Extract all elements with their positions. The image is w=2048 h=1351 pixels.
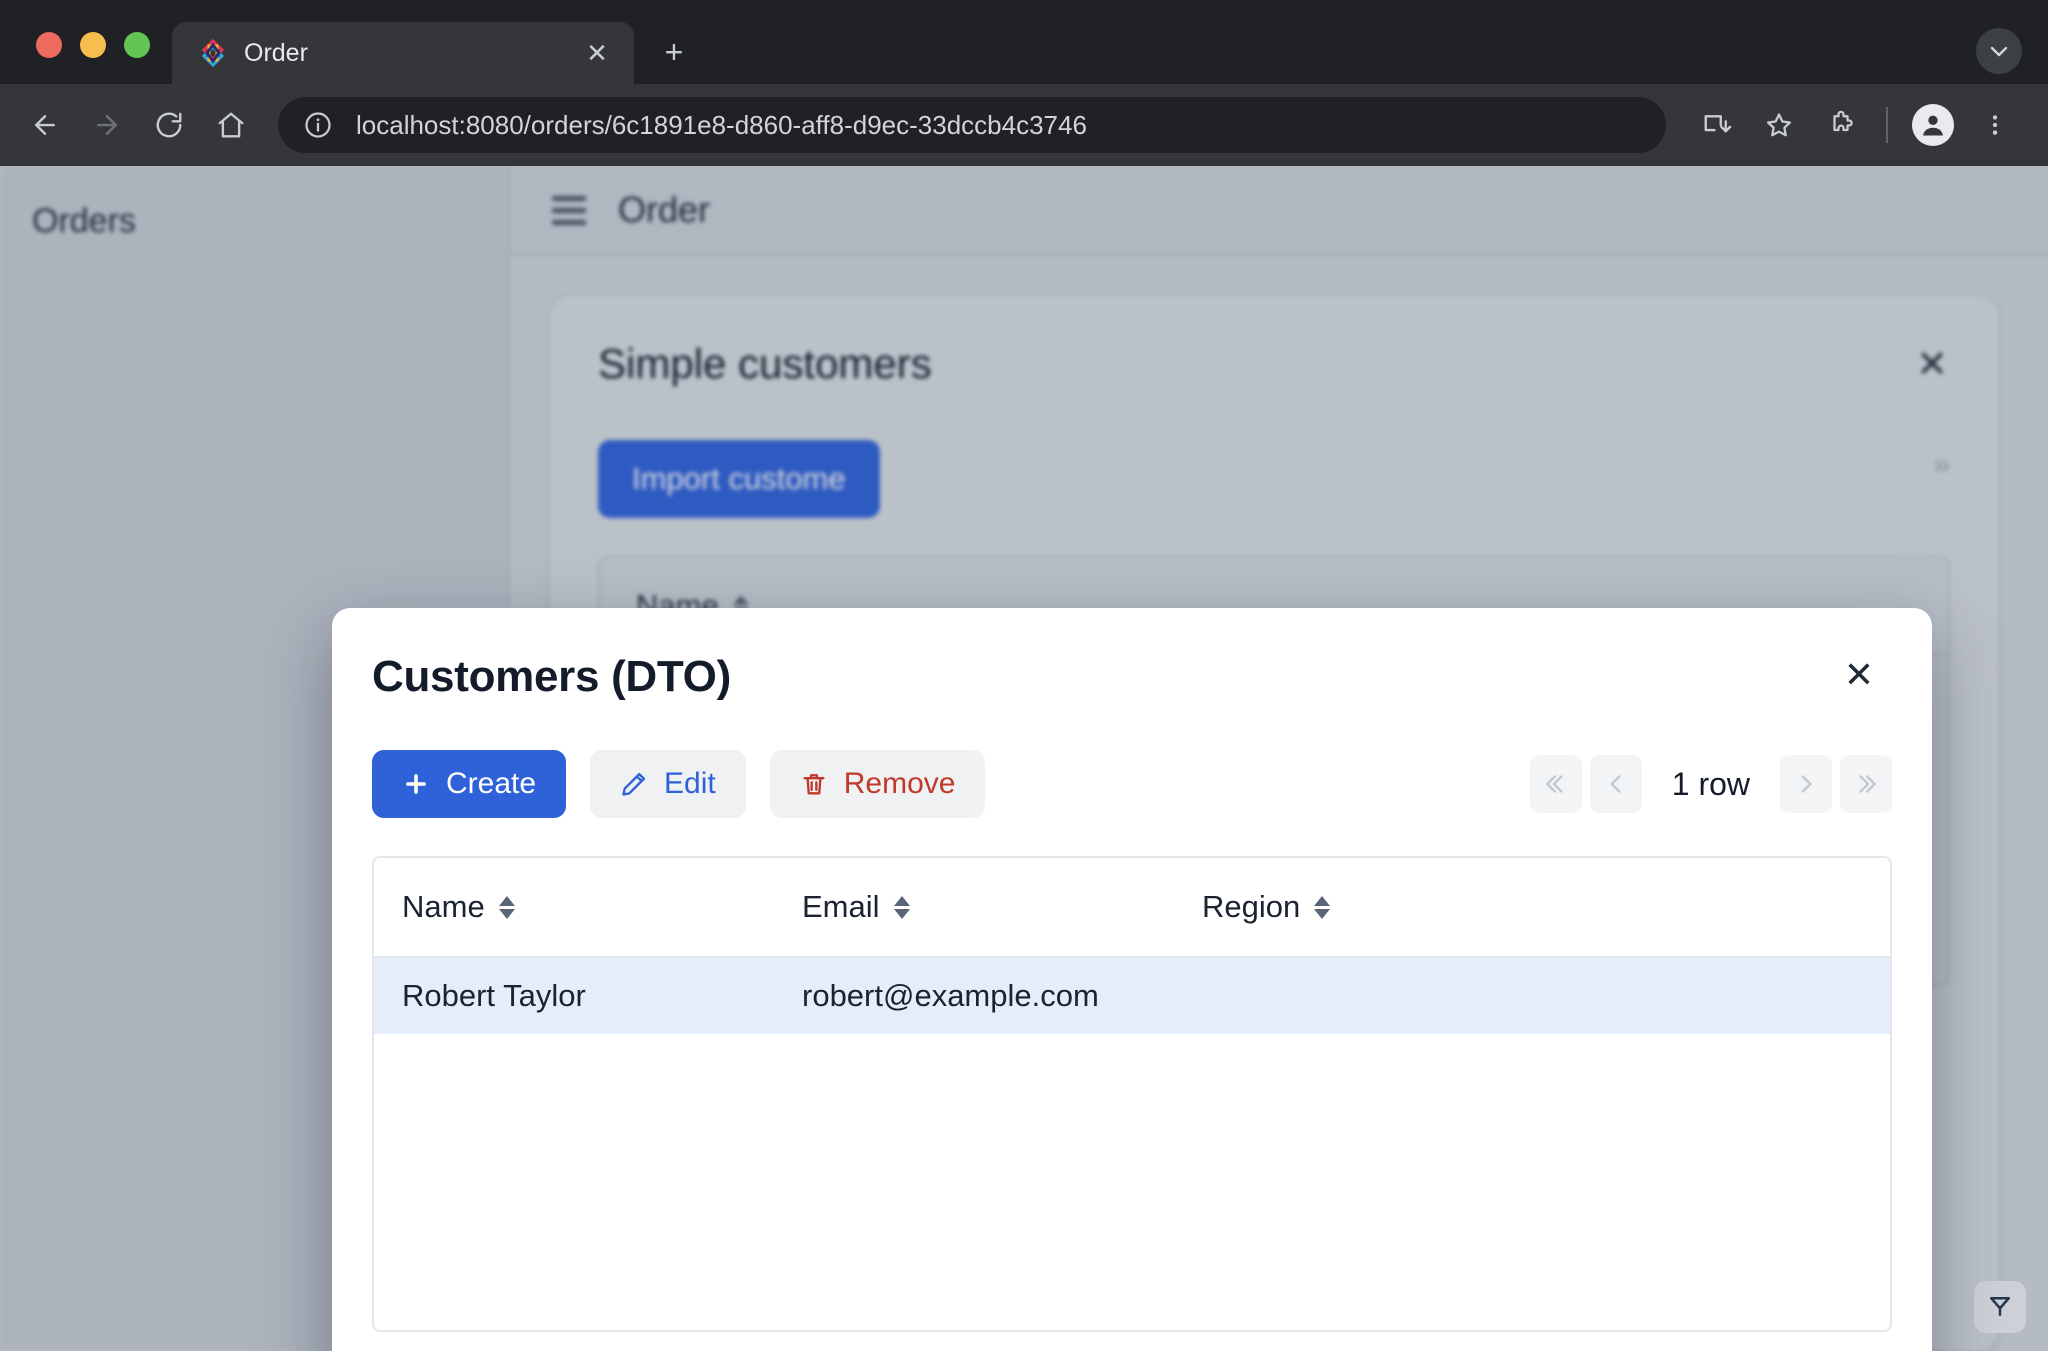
customers-dto-dialog: Customers (DTO) ✕ Create Edit Remove 1 r…	[332, 608, 1932, 1351]
customers-table: Name Email Region Robert Taylor robert@e…	[372, 856, 1892, 1332]
column-header-name-label: Name	[402, 889, 485, 924]
pagination-controls: 1 row	[1529, 755, 1892, 813]
remove-button-label: Remove	[843, 767, 956, 800]
column-header-name[interactable]: Name	[402, 889, 802, 925]
pager-next-button[interactable]	[1780, 755, 1832, 813]
install-app-icon[interactable]	[1690, 98, 1744, 152]
reload-icon[interactable]	[142, 98, 196, 152]
app-logo-icon	[198, 38, 228, 68]
browser-toolbar: localhost:8080/orders/6c1891e8-d860-aff8…	[0, 84, 2048, 166]
maximize-window-button[interactable]	[124, 32, 150, 58]
new-tab-button[interactable]: +	[652, 30, 696, 74]
column-header-email[interactable]: Email	[802, 889, 1202, 925]
close-icon[interactable]: ✕	[1836, 652, 1882, 698]
column-header-region[interactable]: Region	[1202, 889, 1862, 925]
page-viewport: Orders Order Simple customers ✕ Import c…	[0, 166, 2048, 1351]
home-icon[interactable]	[204, 98, 258, 152]
minimize-window-button[interactable]	[80, 32, 106, 58]
account-avatar-icon[interactable]	[1906, 98, 1960, 152]
close-icon[interactable]: ✕	[580, 36, 614, 70]
remove-button[interactable]: Remove	[769, 750, 986, 818]
table-body: Robert Taylor robert@example.com	[374, 958, 1890, 1330]
create-button-label: Create	[446, 767, 537, 800]
row-count-label: 1 row	[1671, 765, 1750, 802]
edit-button[interactable]: Edit	[590, 750, 746, 818]
tab-strip: Order ✕ +	[0, 0, 2048, 84]
dialog-header: Customers (DTO) ✕	[372, 652, 1892, 702]
star-icon[interactable]	[1752, 98, 1806, 152]
sort-icon[interactable]	[498, 895, 515, 919]
table-row[interactable]: Robert Taylor robert@example.com	[374, 958, 1890, 1034]
forward-arrow-icon[interactable]	[80, 98, 134, 152]
pager-first-button[interactable]	[1529, 755, 1582, 813]
address-bar[interactable]: localhost:8080/orders/6c1891e8-d860-aff8…	[278, 97, 1666, 153]
puzzle-piece-icon[interactable]	[1814, 98, 1868, 152]
site-info-icon[interactable]	[300, 107, 336, 143]
pencil-icon	[620, 770, 648, 798]
sort-icon[interactable]	[1314, 895, 1331, 919]
table-header-row: Name Email Region	[374, 858, 1890, 958]
browser-window: Order ✕ + localhost:8080/orders/6c1891e8…	[0, 0, 2048, 1351]
plus-icon	[402, 770, 430, 798]
window-controls	[24, 32, 172, 84]
close-window-button[interactable]	[36, 32, 62, 58]
dialog-title: Customers (DTO)	[372, 652, 731, 701]
cell-name: Robert Taylor	[402, 978, 586, 1013]
toolbar-divider	[1886, 107, 1888, 143]
address-bar-url: localhost:8080/orders/6c1891e8-d860-aff8…	[356, 109, 1087, 140]
back-arrow-icon[interactable]	[18, 98, 72, 152]
column-header-region-label: Region	[1202, 889, 1301, 924]
chevron-down-icon[interactable]	[1976, 28, 2022, 74]
edit-button-label: Edit	[664, 767, 716, 800]
trash-icon	[800, 770, 828, 798]
three-dot-menu-icon[interactable]	[1968, 98, 2022, 152]
pager-last-button[interactable]	[1840, 755, 1892, 813]
sort-icon[interactable]	[893, 895, 910, 919]
tab-title: Order	[244, 38, 308, 67]
column-header-email-label: Email	[802, 889, 880, 924]
pager-prev-button[interactable]	[1589, 755, 1642, 813]
dialog-toolbar: Create Edit Remove 1 row	[372, 750, 1892, 818]
cell-email: robert@example.com	[802, 978, 1099, 1013]
browser-tab[interactable]: Order ✕	[172, 22, 634, 84]
create-button[interactable]: Create	[372, 750, 567, 818]
